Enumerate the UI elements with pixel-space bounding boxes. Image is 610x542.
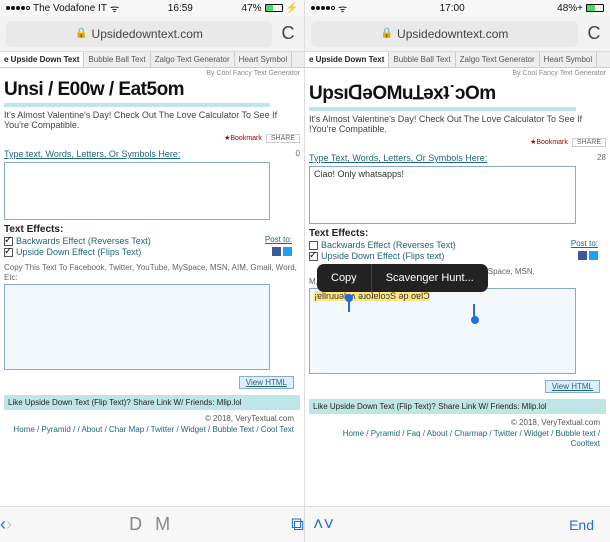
screen-left: The Vodafone IT ᯤ 16:59 47% ⚡ 🔒 Upsidedo… (0, 0, 305, 542)
char-count: 28 (597, 153, 606, 162)
footer-nav[interactable]: Home / Pyramid / / About / Char Map / Tw… (10, 425, 294, 435)
url-bar: 🔒 Upsidedowntext.com C (305, 16, 610, 52)
selection-bar-end (473, 304, 475, 318)
promo-text: It's Almost Valentine's Day! Check Out T… (309, 114, 606, 134)
url-bar: 🔒 Upsidedowntext.com C (0, 16, 304, 52)
keyboard-accessory: ˄ ˅ End (305, 506, 610, 542)
divider (4, 103, 270, 107)
done-button[interactable]: End (569, 517, 602, 533)
lock-icon: 🔒 (381, 28, 393, 39)
view-html-button[interactable]: View HTML (239, 376, 294, 389)
charging-icon: ⚡ (286, 3, 298, 14)
wifi-icon: ᯤ (110, 1, 119, 15)
promo-text: It's Almost Valentine's Day! Check Out T… (4, 110, 300, 130)
like-row: Like Upside Down Text (Flip Text)? Share… (309, 399, 606, 414)
tabs-icon[interactable]: ⧉ (291, 514, 304, 535)
twitter-icon[interactable] (283, 247, 292, 256)
safari-toolbar: ‹ › D M ⧉ (0, 506, 304, 542)
url-field[interactable]: 🔒 Upsidedowntext.com (6, 21, 272, 47)
divider (309, 107, 576, 111)
prev-field-icon[interactable]: ˄ (313, 514, 324, 535)
menu-copy[interactable]: Copy (317, 264, 372, 292)
page-title: Unsi / E00w / Eat5om (4, 79, 300, 101)
ios-context-menu: Copy Scavenger Hunt... (317, 264, 488, 292)
next-field-icon[interactable]: ˅ (324, 514, 335, 535)
backwards-checkbox[interactable] (4, 237, 13, 246)
char-count: 0 (296, 149, 300, 158)
input-textarea[interactable]: Ciao! Only whatsapps! (309, 166, 576, 224)
backwards-checkbox[interactable] (309, 241, 318, 250)
clock: 16:59 (168, 3, 193, 14)
output-textarea[interactable] (4, 284, 270, 370)
postto-label: Post to: (265, 235, 292, 244)
tab-upsidedown[interactable]: e Upside Down Text (305, 52, 389, 67)
input-label: Type Text, Words, Letters, Or Symbols He… (309, 153, 487, 163)
battery-pct: 48%+ (557, 3, 583, 14)
facebook-icon[interactable] (272, 247, 281, 256)
toolbar-center: D M (12, 514, 291, 535)
facebook-icon[interactable] (578, 251, 587, 260)
twitter-icon[interactable] (589, 251, 598, 260)
url-text: Upsidedowntext.com (92, 27, 203, 41)
url-field[interactable]: 🔒 Upsidedowntext.com (311, 21, 578, 47)
input-label: Type text, Words, Letters, Or Symbols He… (4, 149, 180, 159)
tab-zalgo[interactable]: Zalgo Text Generator (456, 52, 540, 67)
tab-zalgo[interactable]: Zalgo Text Generator (151, 52, 235, 67)
status-bar: ᯤ 17:00 48%+ (305, 0, 610, 16)
url-text: Upsidedowntext.com (397, 27, 508, 41)
copyright: © 2018, VeryTextual.com (315, 418, 600, 428)
reload-icon[interactable]: C (278, 23, 298, 44)
copyright: © 2018, VeryTextual.com (10, 414, 294, 424)
footer-nav[interactable]: Home / Pyramid / Faq / About / Charmap /… (315, 429, 600, 450)
effects-label: Text Effects: (4, 224, 300, 235)
tab-bubble[interactable]: Bubble Ball Text (389, 52, 455, 67)
clock: 17:00 (440, 3, 465, 14)
carrier-label: The Vodafone IT (33, 3, 107, 14)
share-button[interactable]: SHARE (266, 134, 300, 143)
signal-icon (6, 6, 30, 10)
page-tabs: e Upside Down Text Bubble Ball Text Zalg… (0, 52, 304, 68)
footer-links: © 2018, VeryTextual.com Home / Pyramid /… (309, 414, 606, 453)
page-content: By Cool Fancy Text Generator Unsi / E00w… (0, 68, 304, 506)
battery-icon (586, 4, 604, 12)
screen-right: ᯤ 17:00 48%+ 🔒 Upsidedowntext.com C e Up… (305, 0, 610, 542)
lock-icon: 🔒 (75, 28, 87, 39)
battery-icon (265, 4, 283, 12)
tab-bubble[interactable]: Bubble Ball Text (84, 52, 150, 67)
tab-heart[interactable]: Heart Symbol (540, 52, 597, 67)
like-row: Like Upside Down Text (Flip Text)? Share… (4, 395, 300, 410)
battery-pct: 47% (242, 3, 262, 14)
credit-line: By Cool Fancy Text Generator (309, 70, 606, 77)
reload-icon[interactable]: C (584, 23, 604, 44)
upsidedown-checkbox[interactable] (4, 248, 13, 257)
status-bar: The Vodafone IT ᯤ 16:59 47% ⚡ (0, 0, 304, 16)
wifi-icon: ᯤ (338, 1, 347, 15)
backwards-label: Backwards Effect (Reverses Text) (16, 236, 151, 246)
effects-label: Text Effects: (309, 228, 606, 239)
selection-bar-start (348, 298, 350, 312)
footer-links: © 2018, VeryTextual.com Home / Pyramid /… (4, 410, 300, 439)
output-selection: ¡ɐllnɹuǝlɐʌ ǝɹoʇɐloɔS ǝp oɐlƆ (314, 291, 430, 301)
tab-upsidedown[interactable]: e Upside Down Text (0, 52, 84, 67)
upsidedown-label: Upside Down Effect (Flips text) (321, 251, 444, 261)
tab-heart[interactable]: Heart Symbol (235, 52, 292, 67)
credit-line: By Cool Fancy Text Generator (4, 70, 300, 77)
page-tabs: e Upside Down Text Bubble Ball Text Zalg… (305, 52, 610, 68)
postto-label: Post to: (571, 239, 598, 248)
view-html-button[interactable]: View HTML (545, 380, 600, 393)
bookmark-link[interactable]: ★Bookmark (224, 134, 262, 143)
backwards-label: Backwards Effect (Reverses Text) (321, 240, 456, 250)
bookmark-link[interactable]: ★Bookmark (530, 138, 568, 147)
signal-icon (311, 6, 335, 10)
upsidedown-label: Upside Down Effect (Flips Text) (16, 247, 141, 257)
upsidedown-checkbox[interactable] (309, 252, 318, 261)
menu-scavenger[interactable]: Scavenger Hunt... (372, 264, 488, 292)
share-button[interactable]: SHARE (572, 138, 606, 147)
input-textarea[interactable] (4, 162, 270, 220)
page-title: UpsıᗡǝOMuꞱǝxʇ˙ɔOm (309, 79, 606, 105)
copy-hint: Copy This Text To Facebook, Twitter, You… (4, 263, 300, 282)
